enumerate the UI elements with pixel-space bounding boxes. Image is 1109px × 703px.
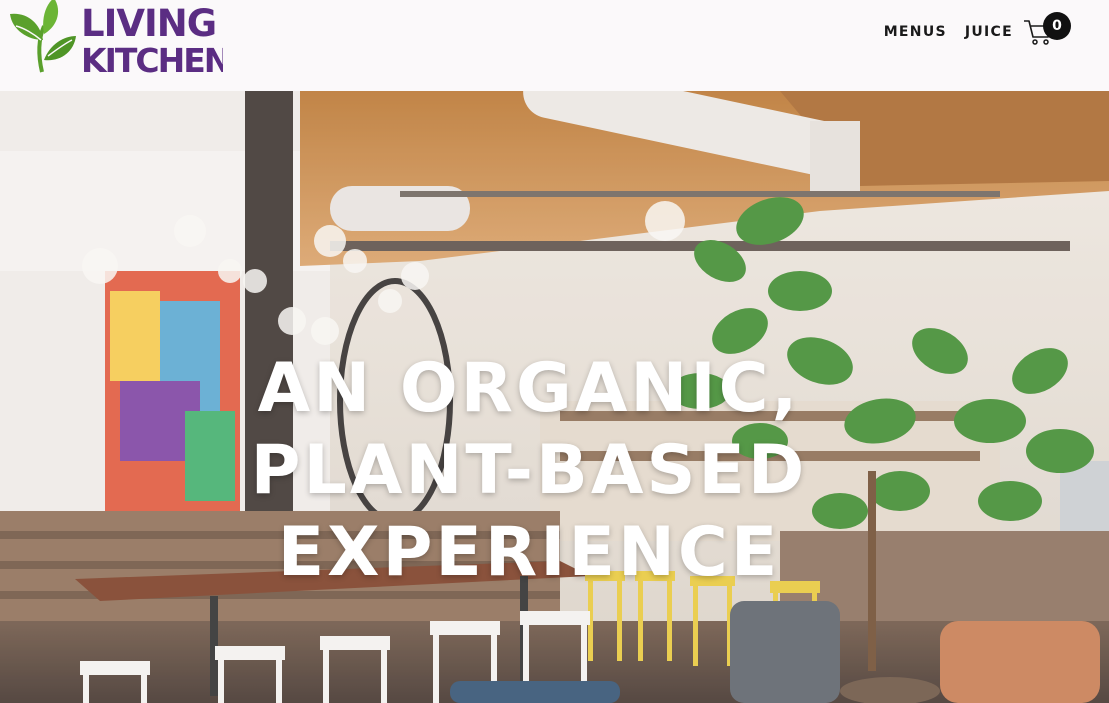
hero-line-1: AN ORGANIC, <box>257 349 801 428</box>
logo-line2: KITCHEN <box>81 41 223 78</box>
brand-logo-link[interactable]: LIVING KITCHEN <box>8 0 223 78</box>
leaf-icon <box>10 0 76 73</box>
cart-count-badge: 0 <box>1043 12 1071 40</box>
cart-button[interactable]: 0 <box>1023 12 1071 52</box>
hero-line-3: EXPERIENCE <box>277 513 781 592</box>
hero-line-2: PLANT-BASED <box>250 431 808 510</box>
main-nav: MENUS JUICE 0 <box>866 12 1071 52</box>
nav-menus[interactable]: MENUS <box>884 14 947 50</box>
living-kitchen-logo: LIVING KITCHEN <box>10 0 223 78</box>
nav-juice[interactable]: JUICE <box>965 14 1013 50</box>
logo-line1: LIVING <box>81 2 216 45</box>
hero-section: AN ORGANIC, PLANT-BASED EXPERIENCE <box>0 91 1109 703</box>
site-header: LIVING KITCHEN MENUS JUICE 0 <box>0 0 1109 91</box>
hero-headline: AN ORGANIC, PLANT-BASED EXPERIENCE <box>0 348 1058 594</box>
